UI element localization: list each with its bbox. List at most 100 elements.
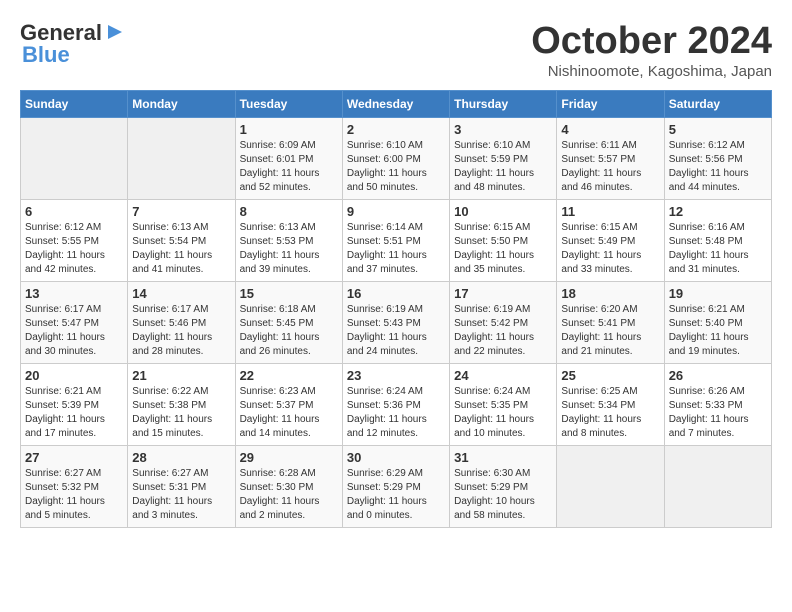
calendar-cell: 30Sunrise: 6:29 AMSunset: 5:29 PMDayligh…	[342, 446, 449, 528]
calendar-cell: 23 Sunrise: 6:24 AMSunset: 5:36 PMDayligh…	[342, 364, 449, 446]
day-info: Sunrise: 6:26 AMSunset: 5:33 PMDaylight:…	[669, 385, 767, 441]
day-info: Sunrise: 6:18 AMSunset: 5:45 PMDaylight:…	[240, 303, 338, 359]
calendar-cell: 1 Sunrise: 6:09 AMSunset: 6:01 PMDaylight…	[235, 118, 342, 200]
calendar-week-row: 6Sunrise: 6:12 AMSunset: 5:55 PMDaylight…	[21, 200, 772, 282]
day-info: Sunrise: 6:13 AMSunset: 5:54 PMDaylight:…	[132, 221, 230, 277]
day-number: 18	[561, 286, 659, 301]
day-info: Sunrise: 6:27 AMSunset: 5:31 PMDaylight:…	[132, 467, 230, 523]
day-info: Sunrise: 6:19 AMSunset: 5:43 PMDaylight:…	[347, 303, 445, 359]
location-title: Nishinoomote, Kagoshima, Japan	[531, 63, 772, 80]
day-info: Sunrise: 6:17 AMSunset: 5:47 PMDaylight:…	[25, 303, 123, 359]
calendar-cell: 31 Sunrise: 6:30 AMSunset: 5:29 PMDayligh…	[450, 446, 557, 528]
weekday-header-row: SundayMondayTuesdayWednesdayThursdayFrid…	[21, 91, 772, 118]
calendar-cell	[557, 446, 664, 528]
day-number: 4	[561, 122, 659, 137]
day-number: 7	[132, 204, 230, 219]
day-number: 21	[132, 368, 230, 383]
calendar-cell: 16Sunrise: 6:19 AMSunset: 5:43 PMDayligh…	[342, 282, 449, 364]
calendar-cell	[21, 118, 128, 200]
day-info: Sunrise: 6:21 AMSunset: 5:40 PMDaylight:…	[669, 303, 767, 359]
day-info: Sunrise: 6:14 AMSunset: 5:51 PMDaylight:…	[347, 221, 445, 277]
day-number: 25	[561, 368, 659, 383]
calendar-cell: 6Sunrise: 6:12 AMSunset: 5:55 PMDaylight…	[21, 200, 128, 282]
weekday-header: Thursday	[450, 91, 557, 118]
day-number: 23	[347, 368, 445, 383]
day-info: Sunrise: 6:15 AMSunset: 5:49 PMDaylight:…	[561, 221, 659, 277]
day-info: Sunrise: 6:24 AMSunset: 5:36 PMDaylight:…	[347, 385, 445, 441]
day-number: 19	[669, 286, 767, 301]
calendar-cell: 26 Sunrise: 6:26 AMSunset: 5:33 PMDayligh…	[664, 364, 771, 446]
day-info: Sunrise: 6:13 AMSunset: 5:53 PMDaylight:…	[240, 221, 338, 277]
day-info: Sunrise: 6:15 AMSunset: 5:50 PMDaylight:…	[454, 221, 552, 277]
day-number: 14	[132, 286, 230, 301]
day-number: 8	[240, 204, 338, 219]
month-title: October 2024	[531, 20, 772, 63]
calendar-cell	[128, 118, 235, 200]
day-number: 26	[669, 368, 767, 383]
logo-arrow-icon	[104, 21, 126, 43]
day-info: Sunrise: 6:30 AMSunset: 5:29 PMDaylight:…	[454, 467, 552, 523]
weekday-header: Friday	[557, 91, 664, 118]
day-info: Sunrise: 6:24 AMSunset: 5:35 PMDaylight:…	[454, 385, 552, 441]
day-info: Sunrise: 6:20 AMSunset: 5:41 PMDaylight:…	[561, 303, 659, 359]
calendar-cell: 9 Sunrise: 6:14 AMSunset: 5:51 PMDaylight…	[342, 200, 449, 282]
calendar-cell: 29 Sunrise: 6:28 AMSunset: 5:30 PMDayligh…	[235, 446, 342, 528]
day-number: 22	[240, 368, 338, 383]
calendar-week-row: 20 Sunrise: 6:21 AMSunset: 5:39 PMDayligh…	[21, 364, 772, 446]
day-info: Sunrise: 6:21 AMSunset: 5:39 PMDaylight:…	[25, 385, 123, 441]
calendar-table: SundayMondayTuesdayWednesdayThursdayFrid…	[20, 90, 772, 528]
title-block: October 2024 Nishinoomote, Kagoshima, Ja…	[531, 20, 772, 80]
calendar-cell: 19 Sunrise: 6:21 AMSunset: 5:40 PMDayligh…	[664, 282, 771, 364]
day-info: Sunrise: 6:17 AMSunset: 5:46 PMDaylight:…	[132, 303, 230, 359]
day-info: Sunrise: 6:09 AMSunset: 6:01 PMDaylight:…	[240, 139, 338, 195]
calendar-cell: 27 Sunrise: 6:27 AMSunset: 5:32 PMDayligh…	[21, 446, 128, 528]
calendar-cell: 10 Sunrise: 6:15 AMSunset: 5:50 PMDayligh…	[450, 200, 557, 282]
day-info: Sunrise: 6:10 AMSunset: 5:59 PMDaylight:…	[454, 139, 552, 195]
calendar-cell	[664, 446, 771, 528]
calendar-cell: 3 Sunrise: 6:10 AMSunset: 5:59 PMDaylight…	[450, 118, 557, 200]
logo-blue: Blue	[22, 42, 70, 68]
day-info: Sunrise: 6:16 AMSunset: 5:48 PMDaylight:…	[669, 221, 767, 277]
calendar-cell: 7 Sunrise: 6:13 AMSunset: 5:54 PMDaylight…	[128, 200, 235, 282]
calendar-cell: 24 Sunrise: 6:24 AMSunset: 5:35 PMDayligh…	[450, 364, 557, 446]
calendar-cell: 28Sunrise: 6:27 AMSunset: 5:31 PMDayligh…	[128, 446, 235, 528]
weekday-header: Monday	[128, 91, 235, 118]
day-number: 24	[454, 368, 552, 383]
day-info: Sunrise: 6:12 AMSunset: 5:55 PMDaylight:…	[25, 221, 123, 277]
day-number: 20	[25, 368, 123, 383]
calendar-cell: 11 Sunrise: 6:15 AMSunset: 5:49 PMDayligh…	[557, 200, 664, 282]
day-info: Sunrise: 6:12 AMSunset: 5:56 PMDaylight:…	[669, 139, 767, 195]
calendar-cell: 18 Sunrise: 6:20 AMSunset: 5:41 PMDayligh…	[557, 282, 664, 364]
day-info: Sunrise: 6:19 AMSunset: 5:42 PMDaylight:…	[454, 303, 552, 359]
day-number: 3	[454, 122, 552, 137]
weekday-header: Sunday	[21, 91, 128, 118]
day-number: 1	[240, 122, 338, 137]
day-number: 27	[25, 450, 123, 465]
calendar-cell: 5 Sunrise: 6:12 AMSunset: 5:56 PMDaylight…	[664, 118, 771, 200]
day-info: Sunrise: 6:10 AMSunset: 6:00 PMDaylight:…	[347, 139, 445, 195]
calendar-cell: 2 Sunrise: 6:10 AMSunset: 6:00 PMDaylight…	[342, 118, 449, 200]
day-number: 11	[561, 204, 659, 219]
calendar-week-row: 27 Sunrise: 6:27 AMSunset: 5:32 PMDayligh…	[21, 446, 772, 528]
day-number: 31	[454, 450, 552, 465]
day-info: Sunrise: 6:28 AMSunset: 5:30 PMDaylight:…	[240, 467, 338, 523]
weekday-header: Saturday	[664, 91, 771, 118]
day-info: Sunrise: 6:27 AMSunset: 5:32 PMDaylight:…	[25, 467, 123, 523]
day-number: 2	[347, 122, 445, 137]
day-number: 12	[669, 204, 767, 219]
calendar-cell: 25Sunrise: 6:25 AMSunset: 5:34 PMDayligh…	[557, 364, 664, 446]
day-number: 10	[454, 204, 552, 219]
day-info: Sunrise: 6:23 AMSunset: 5:37 PMDaylight:…	[240, 385, 338, 441]
day-number: 15	[240, 286, 338, 301]
weekday-header: Tuesday	[235, 91, 342, 118]
day-number: 29	[240, 450, 338, 465]
calendar-week-row: 1 Sunrise: 6:09 AMSunset: 6:01 PMDaylight…	[21, 118, 772, 200]
calendar-cell: 17Sunrise: 6:19 AMSunset: 5:42 PMDayligh…	[450, 282, 557, 364]
day-info: Sunrise: 6:29 AMSunset: 5:29 PMDaylight:…	[347, 467, 445, 523]
calendar-cell: 8 Sunrise: 6:13 AMSunset: 5:53 PMDaylight…	[235, 200, 342, 282]
calendar-cell: 22 Sunrise: 6:23 AMSunset: 5:37 PMDayligh…	[235, 364, 342, 446]
day-info: Sunrise: 6:22 AMSunset: 5:38 PMDaylight:…	[132, 385, 230, 441]
day-number: 5	[669, 122, 767, 137]
calendar-cell: 15 Sunrise: 6:18 AMSunset: 5:45 PMDayligh…	[235, 282, 342, 364]
day-number: 9	[347, 204, 445, 219]
